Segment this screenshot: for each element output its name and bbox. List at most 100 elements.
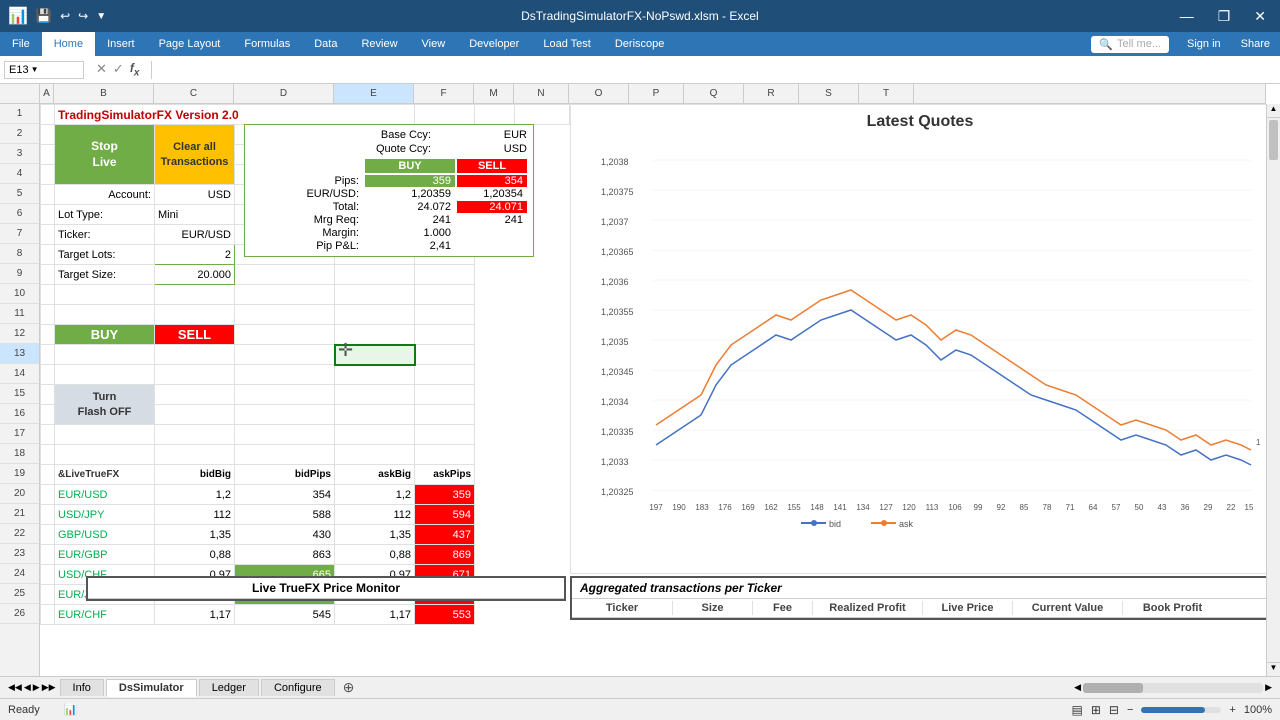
clear-transactions-button[interactable]: Clear allTransactions <box>155 125 235 185</box>
sheet-nav-first[interactable]: ◀◀ <box>8 682 22 693</box>
row-num-16[interactable]: 16 <box>0 404 39 424</box>
cell-b17[interactable] <box>55 425 155 445</box>
undo-btn[interactable]: ↩ <box>60 9 70 23</box>
cell-a17[interactable] <box>41 425 55 445</box>
cell-e9[interactable] <box>335 265 415 285</box>
cell-a10[interactable] <box>41 285 55 305</box>
row-num-26[interactable]: 26 <box>0 604 39 624</box>
cell-a4[interactable] <box>41 165 55 185</box>
signin-btn[interactable]: Sign in <box>1177 38 1231 50</box>
sheet-nav-prev[interactable]: ◀ <box>24 682 31 693</box>
cell-a6[interactable] <box>41 205 55 225</box>
cell-b10[interactable] <box>55 285 155 305</box>
close-btn[interactable]: ✕ <box>1248 6 1272 27</box>
col-header-f[interactable]: F <box>414 84 474 103</box>
cell-a5[interactable] <box>41 185 55 205</box>
col-header-d[interactable]: D <box>234 84 334 103</box>
cell-f18[interactable] <box>415 445 475 465</box>
tab-data[interactable]: Data <box>302 32 349 56</box>
minimize-btn[interactable]: — <box>1174 6 1200 27</box>
cell-d10[interactable] <box>235 285 335 305</box>
row-num-22[interactable]: 22 <box>0 524 39 544</box>
row-num-20[interactable]: 20 <box>0 484 39 504</box>
quick-access-save[interactable]: 💾 <box>36 8 52 24</box>
cell-a2[interactable] <box>41 125 55 145</box>
tab-home[interactable]: Home <box>42 32 95 56</box>
cell-f1[interactable] <box>415 105 475 125</box>
cell-f12[interactable] <box>415 325 475 345</box>
confirm-formula-icon[interactable]: ✓ <box>113 61 124 78</box>
col-header-r[interactable]: R <box>744 84 799 103</box>
col-header-s[interactable]: S <box>799 84 859 103</box>
cell-a11[interactable] <box>41 305 55 325</box>
row-num-8[interactable]: 8 <box>0 244 39 264</box>
row-num-21[interactable]: 21 <box>0 504 39 524</box>
cell-f10[interactable] <box>415 285 475 305</box>
tab-insert[interactable]: Insert <box>95 32 147 56</box>
buy-button[interactable]: BUY <box>55 325 155 345</box>
tab-ledger[interactable]: Ledger <box>199 679 259 696</box>
cell-a8[interactable] <box>41 245 55 265</box>
scroll-thumb[interactable] <box>1269 120 1278 160</box>
cell-a12[interactable] <box>41 325 55 345</box>
page-layout-btn[interactable]: ⊞ <box>1091 703 1101 717</box>
formula-input[interactable] <box>156 64 1280 76</box>
cell-d16[interactable] <box>235 405 335 425</box>
cell-c9[interactable]: 20.000 <box>155 265 235 285</box>
cancel-formula-icon[interactable]: ✕ <box>96 61 107 78</box>
row-num-24[interactable]: 24 <box>0 564 39 584</box>
col-header-p[interactable]: P <box>629 84 684 103</box>
row-num-18[interactable]: 18 <box>0 444 39 464</box>
cell-c13[interactable] <box>155 345 235 365</box>
col-header-q[interactable]: Q <box>684 84 744 103</box>
cell-a16[interactable] <box>41 405 55 425</box>
cell-c17[interactable] <box>155 425 235 445</box>
row-num-10[interactable]: 10 <box>0 284 39 304</box>
sheet-nav-last[interactable]: ▶▶ <box>42 682 56 693</box>
col-header-n[interactable]: N <box>514 84 569 103</box>
tab-deriscope[interactable]: Deriscope <box>603 32 677 56</box>
cell-b13[interactable] <box>55 345 155 365</box>
row-num-11[interactable]: 11 <box>0 304 39 324</box>
row-num-13[interactable]: 13 <box>0 344 39 364</box>
cell-a18[interactable] <box>41 445 55 465</box>
hscroll-track[interactable] <box>1083 683 1263 693</box>
cell-a15[interactable] <box>41 385 55 405</box>
cell-b14[interactable] <box>55 365 155 385</box>
tab-configure[interactable]: Configure <box>261 679 335 696</box>
horizontal-scrollbar[interactable]: ◀ ▶ <box>1074 682 1272 693</box>
cell-e13[interactable] <box>335 345 415 365</box>
cell-a20[interactable] <box>41 485 55 505</box>
cell-a25[interactable] <box>41 585 55 605</box>
cell-d12[interactable] <box>235 325 335 345</box>
cell-e14[interactable] <box>335 365 415 385</box>
cell-c18[interactable] <box>155 445 235 465</box>
col-header-b[interactable]: B <box>54 84 154 103</box>
cell-f9[interactable] <box>415 265 475 285</box>
cell-a24[interactable] <box>41 565 55 585</box>
cell-f15[interactable] <box>415 385 475 405</box>
row-num-2[interactable]: 2 <box>0 124 39 144</box>
insert-function-icon[interactable]: fx <box>130 61 140 78</box>
col-header-o[interactable]: O <box>569 84 629 103</box>
cell-b18[interactable] <box>55 445 155 465</box>
cell-e11[interactable] <box>335 305 415 325</box>
cell-a3[interactable] <box>41 145 55 165</box>
cell-m1[interactable] <box>475 105 515 125</box>
cell-c14[interactable] <box>155 365 235 385</box>
stop-live-button[interactable]: StopLive <box>55 125 155 185</box>
hscroll-thumb[interactable] <box>1083 683 1143 693</box>
vertical-scrollbar[interactable]: ▲ ▼ <box>1266 104 1280 676</box>
row-num-23[interactable]: 23 <box>0 544 39 564</box>
row-num-7[interactable]: 7 <box>0 224 39 244</box>
row-num-4[interactable]: 4 <box>0 164 39 184</box>
cell-d15[interactable] <box>235 385 335 405</box>
cell-e17[interactable] <box>335 425 415 445</box>
scroll-down-btn[interactable]: ▼ <box>1267 662 1280 676</box>
cell-reference[interactable]: E13 ▼ <box>4 61 84 79</box>
cell-d11[interactable] <box>235 305 335 325</box>
redo-btn[interactable]: ↪ <box>78 9 88 23</box>
cell-a26[interactable] <box>41 605 55 625</box>
hscroll-left[interactable]: ◀ <box>1074 682 1081 693</box>
cell-f17[interactable] <box>415 425 475 445</box>
